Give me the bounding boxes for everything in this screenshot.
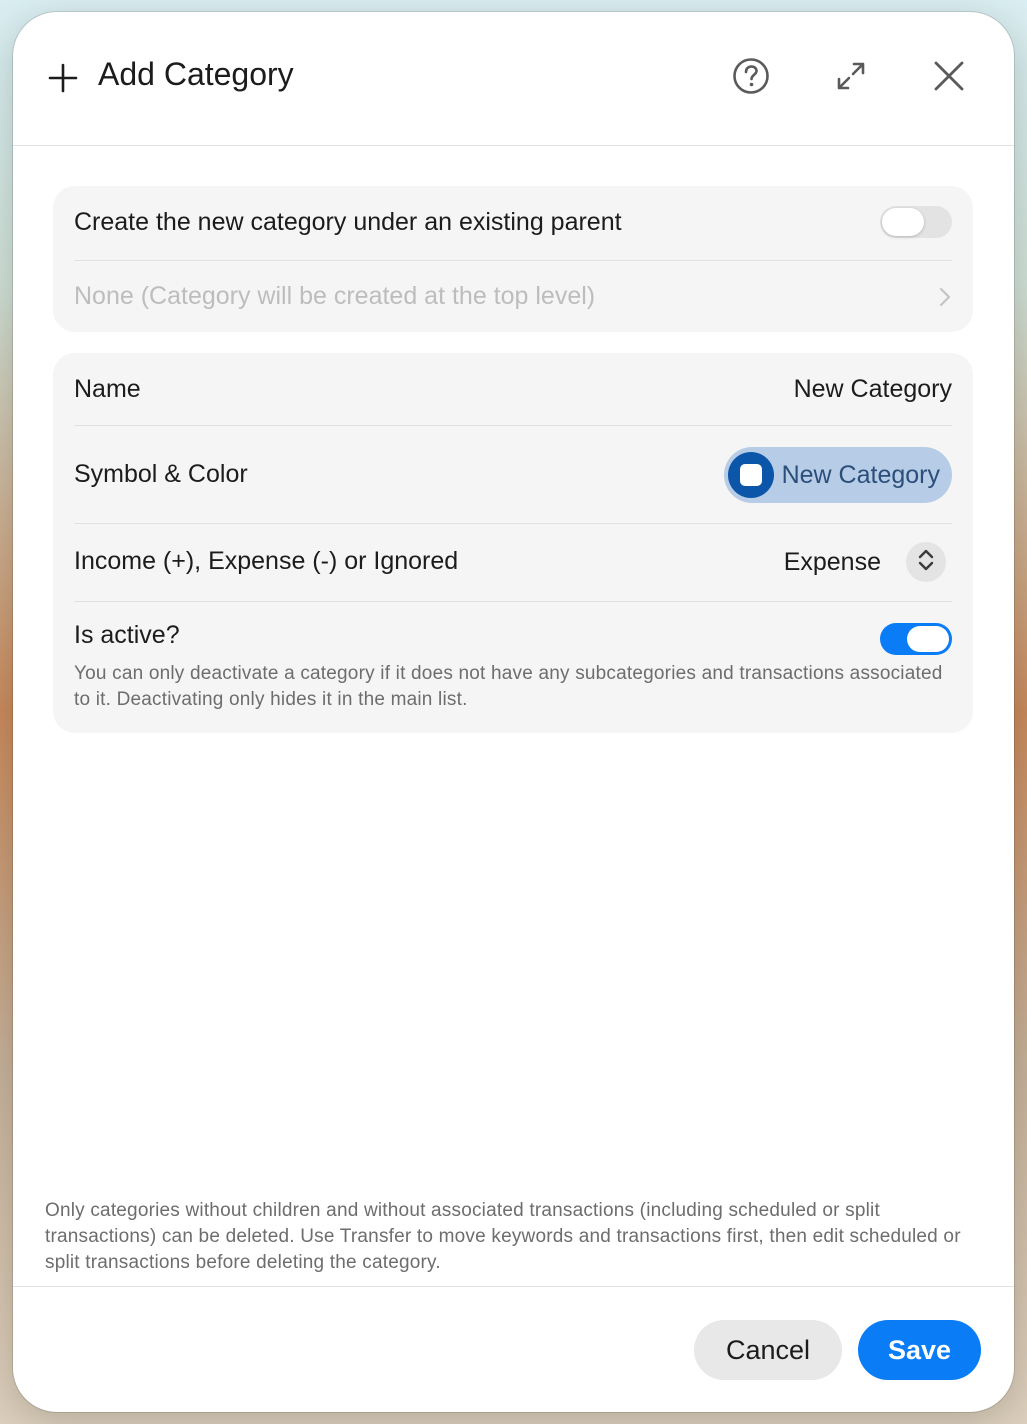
parent-toggle-row: Create the new category under an existin… <box>74 206 952 240</box>
close-icon <box>931 58 967 99</box>
name-input[interactable]: New Category <box>794 375 952 404</box>
dialog-header: Add Category <box>13 12 1014 146</box>
chevron-up-down-icon <box>917 547 935 578</box>
active-label: Is active? <box>74 621 180 649</box>
symbol-chip-label: New Category <box>781 460 940 489</box>
type-value[interactable]: Expense <box>784 548 881 577</box>
parent-select-row[interactable]: None (Category will be created at the to… <box>74 280 952 314</box>
expand-button[interactable] <box>829 56 873 100</box>
question-circle-icon <box>731 56 771 101</box>
type-label: Income (+), Expense (-) or Ignored <box>74 547 459 575</box>
expand-arrows-icon <box>833 58 869 99</box>
type-row: Income (+), Expense (-) or Ignored Expen… <box>74 541 952 583</box>
save-button[interactable]: Save <box>858 1320 981 1380</box>
parent-toggle[interactable] <box>880 206 952 238</box>
divider <box>74 523 952 524</box>
add-category-dialog: Add Category Create the new category und… <box>13 12 1014 1412</box>
active-hint: You can only deactivate a category if it… <box>74 663 943 710</box>
divider <box>74 425 952 426</box>
category-details-card: Name New Category Symbol & Color New Cat… <box>53 353 973 733</box>
parent-value: None (Category will be created at the to… <box>74 282 596 310</box>
footer-divider <box>13 1286 1014 1287</box>
name-label: Name <box>74 375 141 403</box>
divider <box>74 601 952 602</box>
parent-category-card: Create the new category under an existin… <box>53 186 973 332</box>
active-toggle[interactable] <box>880 623 952 655</box>
delete-info-note: Only categories without children and wit… <box>45 1200 961 1273</box>
plus-icon <box>47 62 79 94</box>
close-button[interactable] <box>927 56 971 100</box>
parent-toggle-label: Create the new category under an existin… <box>74 208 622 236</box>
symbol-color-label: Symbol & Color <box>74 460 248 488</box>
category-symbol-icon <box>727 452 774 498</box>
dialog-title: Add Category <box>98 56 294 92</box>
cancel-button[interactable]: Cancel <box>694 1320 842 1380</box>
symbol-color-row: Symbol & Color New Category <box>74 447 952 503</box>
symbol-color-button[interactable]: New Category <box>723 447 952 503</box>
type-stepper[interactable] <box>906 542 946 582</box>
help-button[interactable] <box>729 56 773 100</box>
divider <box>74 260 952 261</box>
chevron-right-icon <box>938 286 952 313</box>
active-row: Is active? You can only deactivate a cat… <box>74 621 952 721</box>
name-row: Name New Category <box>74 371 952 407</box>
